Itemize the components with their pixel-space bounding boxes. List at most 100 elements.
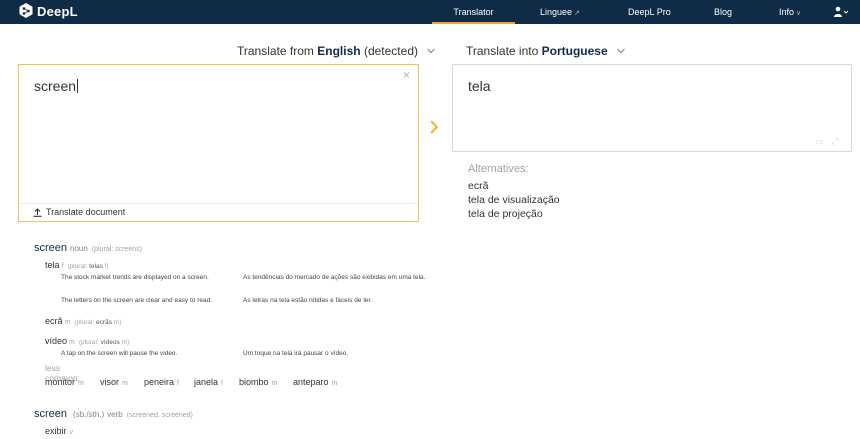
plural-info: (plural: telas f) (67, 263, 108, 270)
plural-form: (plural: screens) (91, 246, 143, 253)
less-common-word: janela (194, 377, 219, 387)
less-common-word: visor (100, 377, 120, 387)
verb-forms: (screened, screened) (126, 412, 193, 419)
part-of-speech: verb (107, 410, 123, 419)
less-common-word: biombo (239, 377, 269, 387)
nav-blog[interactable]: Blog (714, 0, 732, 24)
gender: m (271, 380, 278, 387)
nav-translator[interactable]: Translator (432, 0, 515, 24)
chevron-down-icon: ∨ (796, 10, 802, 17)
deepl-logo-icon (19, 3, 33, 18)
text-cursor (77, 79, 79, 93)
nav-info-label: Info (779, 7, 795, 17)
example-source: The letters on the screen are clear and … (61, 297, 213, 304)
source-text[interactable]: screen (34, 78, 79, 94)
deepl-logo[interactable]: DeepL (19, 3, 78, 19)
translation-entry-video[interactable]: vídeo m (plural: vídeos m) (45, 336, 129, 346)
translation-entry-ecra[interactable]: ecrã m (plural: ecrãs m) (45, 316, 121, 326)
divider (19, 203, 418, 204)
verb-object: (sb./sth.) (73, 410, 105, 419)
chevron-right-icon (430, 120, 439, 134)
plural-gender: f) (104, 263, 109, 270)
plural-word: vídeos (100, 339, 120, 346)
less-common-item[interactable]: biombo m (239, 377, 277, 387)
plural-gender: m) (121, 339, 130, 346)
verb-tag: v (69, 429, 74, 436)
copy-icon[interactable]: ▭ (815, 136, 824, 147)
nav-linguee-label: Linguee (540, 7, 573, 17)
translate-document-label: Translate document (46, 207, 126, 217)
gender: m (78, 380, 84, 387)
plural-info: (plural: vídeos m) (79, 339, 129, 346)
less-common-item[interactable]: peneira f (144, 377, 179, 387)
translation-word: tela (45, 260, 60, 270)
gender: f (221, 380, 223, 387)
source-language-detected: (detected) (363, 44, 418, 58)
chevron-down-icon (427, 48, 436, 54)
translation-word: exibir (45, 426, 67, 436)
gender: m (122, 380, 128, 387)
nav-deepl-pro-label: DeepL Pro (628, 7, 671, 17)
example-translation: Um toque na tela irá pausar o vídeo. (243, 350, 349, 357)
gender: m (331, 380, 338, 387)
translation-entry-tela[interactable]: tela f (plural: telas f) (45, 260, 109, 270)
nav-blog-label: Blog (714, 7, 733, 17)
plural-label: (plural: (78, 339, 99, 346)
source-text-value: screen (34, 78, 77, 94)
less-common-word: anteparo (293, 377, 329, 387)
source-text-area[interactable]: screen × Translate document (18, 64, 419, 222)
example-translation: As letras na tela estão nítidas e fáceis… (243, 297, 372, 304)
example-source: The stock market trends are displayed on… (61, 274, 209, 281)
headword: screen (34, 242, 68, 254)
dictionary-headword-verb: screen (sb./sth.) verb (screened, screened) (34, 408, 193, 420)
plural-word: ecrãs (96, 319, 112, 326)
source-language-selector[interactable]: Translate from English (detected) (237, 44, 436, 58)
source-language-name: English (317, 44, 361, 58)
gender: m (69, 339, 75, 346)
plural-word: telas (89, 263, 103, 270)
less-common-item[interactable]: monitor m (45, 377, 84, 387)
share-icon[interactable]: ⤢ (832, 136, 839, 147)
alternative-item[interactable]: ecrã (468, 180, 488, 192)
source-language-prefix: Translate from (237, 44, 314, 58)
less-common-item[interactable]: anteparo m (293, 377, 337, 387)
target-text-area[interactable]: tela ▭ ⤢ (452, 64, 852, 152)
target-language-selector[interactable]: Translate into Portuguese (466, 44, 625, 58)
chevron-down-icon (617, 48, 625, 54)
translation-word: vídeo (45, 336, 68, 346)
alternatives-title: Alternatives: (468, 163, 529, 175)
translate-document-button[interactable]: Translate document (33, 207, 125, 217)
nav-translator-label: Translator (453, 7, 494, 17)
clear-text-button[interactable]: × (403, 68, 410, 82)
translation-word: ecrã (45, 316, 63, 326)
gender: m (64, 319, 71, 326)
example-source: A tap on the screen will pause the video… (61, 350, 178, 357)
target-language-name: Portuguese (541, 44, 608, 58)
plural-gender: m) (113, 319, 122, 326)
alternative-item[interactable]: tela de projeção (468, 208, 543, 220)
target-toolbar: ▭ ⤢ (815, 136, 839, 147)
brand-name: DeepL (37, 3, 78, 19)
headword: screen (34, 408, 68, 420)
dictionary-headword-noun: screen noun (plural: screens) (34, 242, 142, 254)
less-common-item[interactable]: visor m (100, 377, 128, 387)
nav-info[interactable]: Info ∨ (779, 0, 801, 24)
less-common-word: monitor (45, 377, 76, 387)
less-common-word: peneira (144, 377, 175, 387)
nav-deepl-pro[interactable]: DeepL Pro (628, 0, 671, 24)
less-common-item[interactable]: janela f (194, 377, 223, 387)
target-text[interactable]: tela (468, 78, 491, 94)
upload-icon (33, 207, 42, 217)
top-navbar: DeepL Translator Linguee ↗ DeepL Pro Blog… (0, 0, 860, 24)
user-account-icon[interactable] (834, 6, 848, 18)
target-language-prefix: Translate into (466, 44, 539, 58)
translation-entry-exibir[interactable]: exibir v (45, 426, 73, 436)
alternative-item[interactable]: tela de visualização (468, 194, 560, 206)
external-link-icon: ↗ (574, 10, 580, 17)
gender: f (61, 263, 64, 270)
gender: f (177, 380, 179, 387)
plural-label: (plural: (67, 263, 88, 270)
plural-info: (plural: ecrãs m) (74, 319, 121, 326)
nav-linguee[interactable]: Linguee ↗ (540, 0, 580, 24)
example-translation: As tendências do mercado de ações são ex… (243, 274, 426, 281)
